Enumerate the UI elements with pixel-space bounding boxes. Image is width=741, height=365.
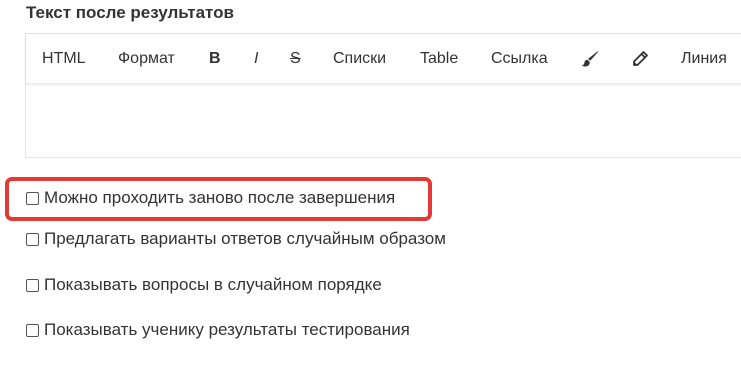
option-label: Предлагать варианты ответов случайным об… [44,229,446,248]
format-button[interactable]: Формат [118,34,175,84]
option-show-results[interactable]: Показывать ученику результаты тестирован… [25,320,410,340]
lists-button[interactable]: Списки [333,34,386,84]
shuffle-questions-checkbox[interactable] [26,278,39,292]
option-label: Показывать ученику результаты тестирован… [44,320,410,339]
pencil-icon[interactable] [631,50,649,68]
brush-icon[interactable] [581,50,599,68]
table-button[interactable]: Table [420,34,458,84]
option-retake-after-finish[interactable]: Можно проходить заново после завершения [25,188,395,208]
link-button[interactable]: Ссылка [491,34,548,84]
option-label: Можно проходить заново после завершения [44,188,396,207]
editor-content-area[interactable] [26,84,741,158]
section-title: Текст после результатов [26,3,234,22]
html-button[interactable]: HTML [42,34,86,84]
rich-text-editor[interactable]: HTML Формат B I S Списки Table Ссылка Ли… [25,33,741,158]
line-button[interactable]: Линия [681,34,727,84]
option-shuffle-answers[interactable]: Предлагать варианты ответов случайным об… [25,229,446,249]
strikethrough-button[interactable]: S [290,34,301,84]
option-label: Показывать вопросы в случайном порядке [44,275,382,294]
option-shuffle-questions[interactable]: Показывать вопросы в случайном порядке [25,275,382,295]
retake-checkbox[interactable] [26,191,39,205]
bold-button[interactable]: B [209,34,221,84]
italic-button[interactable]: I [254,34,258,84]
show-results-checkbox[interactable] [26,323,39,337]
shuffle-answers-checkbox[interactable] [26,232,39,246]
editor-toolbar: HTML Формат B I S Списки Table Ссылка Ли… [26,34,741,84]
